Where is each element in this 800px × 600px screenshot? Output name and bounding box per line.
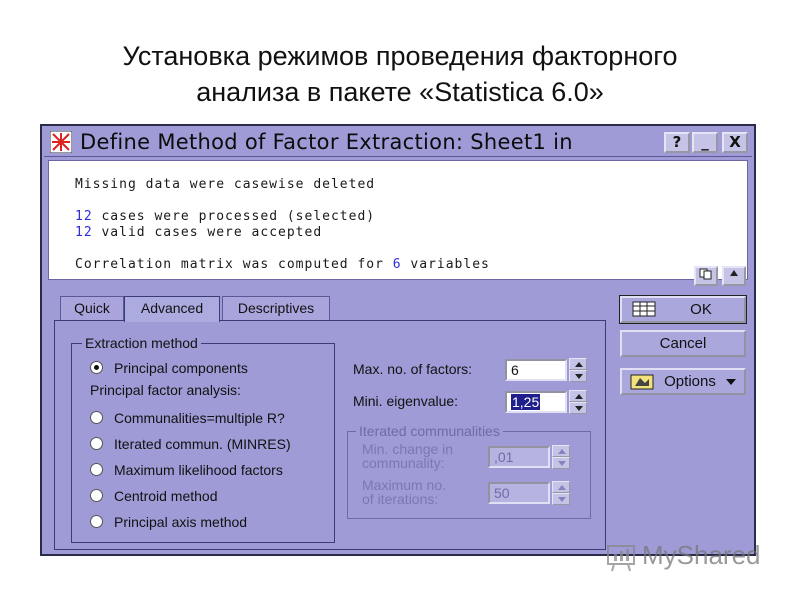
output-line-missing-data: Missing data were casewise deleted (75, 177, 376, 192)
extraction-method-legend: Extraction method (82, 335, 201, 351)
cancel-button-label: Cancel (659, 335, 707, 352)
iterated-communalities-label: Iterated commun. (MINRES) (114, 436, 291, 452)
close-button[interactable]: X (722, 132, 748, 153)
correlation-text-post: variables (401, 257, 490, 272)
principal-factor-analysis-label: Principal factor analysis: (90, 382, 241, 398)
centroid-method-label: Centroid method (114, 488, 218, 504)
radio-button-icon (90, 361, 103, 374)
min-change-spinner[interactable] (552, 445, 570, 469)
cases-processed-text: cases were processed (selected) (92, 209, 376, 224)
radio-button-icon (90, 489, 103, 502)
cases-accepted-count: 12 (75, 225, 93, 240)
min-eigenvalue-spinner[interactable] (569, 390, 587, 414)
min-change-label-line-2: communality: (362, 455, 445, 471)
tab-advanced[interactable]: Advanced (124, 296, 220, 322)
output-line-correlation: Correlation matrix was computed for 6 va… (75, 257, 490, 272)
copy-icon (699, 268, 712, 280)
factor-extraction-dialog: Define Method of Factor Extraction: Shee… (40, 124, 756, 556)
results-output-pane[interactable]: Missing data were casewise deleted 12 ca… (48, 160, 748, 280)
radio-button-icon (90, 411, 103, 424)
slide-title-line-2: анализа в пакете «Statistica 6.0» (196, 77, 604, 107)
spin-down-icon[interactable] (569, 370, 587, 382)
correlation-text-pre: Correlation matrix was computed for (75, 257, 393, 272)
radio-button-icon (90, 463, 103, 476)
principal-components-label: Principal components (114, 360, 248, 376)
min-eigenvalue-input[interactable]: 1,25 (505, 391, 567, 413)
spin-up-icon[interactable] (569, 358, 587, 370)
extraction-method-group: Extraction method Principal components P… (71, 335, 335, 543)
max-iterations-label-line-1: Maximum no. (362, 477, 447, 493)
scroll-up-button[interactable] (722, 266, 746, 286)
spin-up-icon[interactable] (552, 481, 570, 493)
max-factors-spinner[interactable] (569, 358, 587, 382)
options-pointer-icon (630, 374, 654, 390)
radio-button-icon (90, 437, 103, 450)
variables-count: 6 (392, 257, 402, 272)
cases-accepted-text: valid cases were accepted (92, 225, 323, 240)
slide-title-line-1: Установка режимов проведения факторного (122, 41, 678, 71)
copy-output-button[interactable] (694, 266, 718, 286)
watermark-text: MyShared (642, 540, 761, 570)
options-button-label: Options (664, 373, 716, 390)
max-iterations-label-line-2: of iterations: (362, 491, 439, 507)
minimize-button[interactable]: _ (692, 132, 718, 153)
ok-button[interactable]: OK (619, 295, 747, 324)
iterated-communalities-group: Iterated communalities Min. change in co… (347, 423, 591, 519)
dropdown-arrow-icon (726, 379, 736, 385)
help-button[interactable]: ? (664, 132, 690, 153)
spin-up-icon[interactable] (552, 445, 570, 457)
arrow-up-icon (730, 270, 738, 276)
max-factors-label: Max. no. of factors: (353, 361, 473, 377)
spin-down-icon[interactable] (552, 457, 570, 469)
max-iterations-input[interactable]: 50 (488, 482, 550, 504)
min-eigenvalue-label: Mini. eigenvalue: (353, 393, 459, 409)
cancel-button[interactable]: Cancel (620, 330, 746, 357)
options-button[interactable]: Options (620, 368, 746, 395)
min-change-input[interactable]: ,01 (488, 446, 550, 468)
spin-down-icon[interactable] (569, 402, 587, 414)
tab-descriptives[interactable]: Descriptives (222, 296, 330, 320)
spreadsheet-icon (632, 301, 656, 317)
watermark-logo: MyShared (606, 536, 776, 576)
output-line-cases-processed: 12 cases were processed (selected) (75, 209, 375, 224)
slide-title: Установка режимов проведения факторного … (0, 38, 800, 110)
output-line-cases-accepted: 12 valid cases were accepted (75, 225, 322, 240)
iterated-communalities-legend: Iterated communalities (356, 423, 503, 439)
max-iterations-spinner[interactable] (552, 481, 570, 505)
principal-axis-label: Principal axis method (114, 514, 248, 530)
tab-quick[interactable]: Quick (60, 296, 124, 320)
communalities-label: Communalities=multiple R? (114, 410, 285, 426)
radio-button-icon (90, 515, 103, 528)
min-change-label-line-1: Min. change in (362, 441, 454, 457)
presentation-board-icon (607, 545, 635, 572)
cases-processed-count: 12 (75, 209, 93, 224)
max-factors-input[interactable]: 6 (505, 359, 567, 381)
statistica-app-icon (50, 131, 72, 153)
spin-up-icon[interactable] (569, 390, 587, 402)
maximum-likelihood-label: Maximum likelihood factors (114, 462, 283, 478)
spin-down-icon[interactable] (552, 493, 570, 505)
title-bar[interactable]: Define Method of Factor Extraction: Shee… (44, 128, 752, 157)
advanced-tab-panel: Extraction method Principal components P… (54, 320, 606, 550)
ok-button-label: OK (690, 301, 712, 318)
window-title: Define Method of Factor Extraction: Shee… (80, 130, 573, 154)
min-eigenvalue-value: 1,25 (511, 394, 541, 410)
